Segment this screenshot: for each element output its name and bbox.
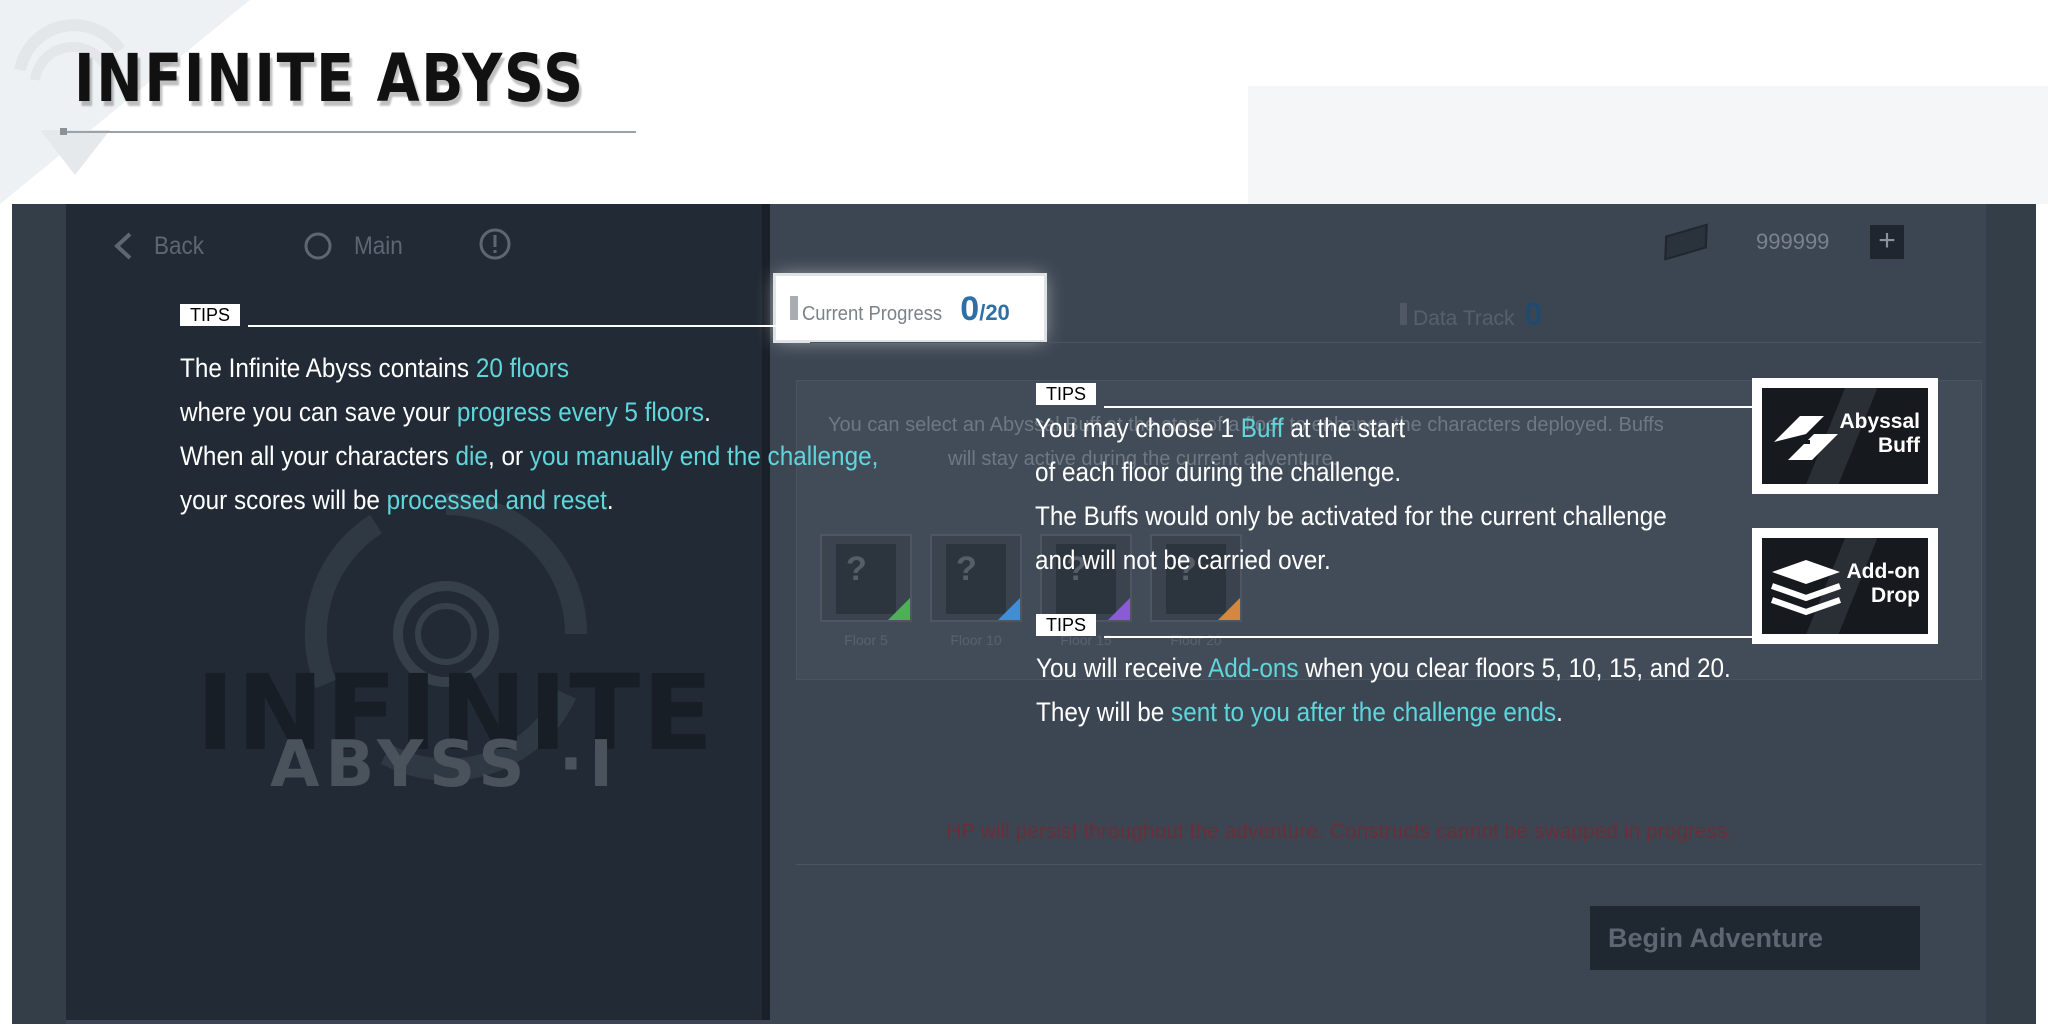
tips-tag-progress: TIPS: [180, 304, 241, 326]
reward-slot-floor-10[interactable]: ?: [930, 534, 1022, 622]
data-track-panel: Data Track 0: [1400, 296, 1542, 333]
tips-tag-buff: TIPS: [1036, 383, 1097, 405]
main-button[interactable]: Main: [302, 226, 408, 266]
begin-adventure-button[interactable]: Begin Adventure: [1590, 906, 1920, 970]
currency-chip-icon: [1664, 223, 1708, 261]
tips-leader-line-progress: [248, 325, 778, 327]
add-on-drop-badge: Add-on Drop: [1752, 528, 1938, 644]
mystery-icon: ?: [846, 550, 867, 588]
slot-accent: [888, 598, 910, 620]
stacked-layers-icon: [1771, 560, 1841, 616]
title-underline: [62, 131, 636, 133]
progress-current-value: 0: [960, 290, 980, 328]
slot-label-floor-10: Floor 10: [950, 632, 1002, 648]
header: INFINITE ABYSS: [0, 0, 2048, 204]
progress-max-value: /20: [979, 300, 1010, 325]
progress-marker: [790, 296, 798, 320]
abyssal-buff-badge: Abyssal Buff: [1752, 378, 1938, 494]
hp-warning-text: HP will persist throughout the adventure…: [946, 820, 1734, 843]
progress-label: Current Progress: [802, 303, 943, 325]
main-label: Main: [354, 231, 403, 260]
title-underline-dot: [60, 128, 67, 135]
currency-value: 999999: [1756, 229, 1830, 254]
data-track-label: Data Track: [1413, 307, 1515, 330]
tips-text-progress: The Infinite Abyss contains 20 floors wh…: [180, 353, 879, 515]
tips-text-buff: You may choose 1 Buff at the start of ea…: [1035, 413, 1667, 575]
info-button[interactable]: [478, 224, 512, 264]
tips-text-addon: You will receive Add-ons when you clear …: [1036, 653, 1731, 727]
slot-accent: [1108, 598, 1130, 620]
back-button[interactable]: Back: [112, 226, 210, 266]
slot-accent: [1218, 598, 1240, 620]
home-circle-icon: [304, 232, 332, 260]
add-currency-button[interactable]: +: [1870, 225, 1904, 259]
letterbox-right: [1986, 204, 2036, 1024]
divider-top: [810, 342, 1982, 343]
page-title: INFINITE ABYSS: [74, 40, 585, 117]
current-progress-panel: Current Progress 0 /20: [776, 276, 1044, 340]
slot-accent: [998, 598, 1020, 620]
chevron-left-icon: [114, 232, 132, 260]
data-track-value: 0: [1524, 296, 1543, 332]
tips-leader-line-addon: [1104, 636, 1754, 638]
banner-abyss-text: ABYSS ·I: [270, 728, 619, 802]
back-label: Back: [154, 231, 205, 260]
info-icon: [479, 228, 511, 260]
reward-slot-floor-5[interactable]: ?: [820, 534, 912, 622]
data-track-marker: [1400, 303, 1407, 325]
game-screen: INFINITE ABYSS ·I Back Main 999999 + Cur…: [12, 204, 2036, 1024]
divider-bottom: [796, 864, 1982, 865]
slot-label-floor-5: Floor 5: [844, 632, 888, 648]
currency-display: 999999 +: [1664, 222, 1904, 262]
header-band-decoration: [1248, 86, 2048, 204]
mystery-icon: ?: [956, 550, 977, 588]
letterbox-left: [12, 204, 66, 1024]
tips-tag-addon: TIPS: [1036, 614, 1097, 636]
abyssal-buff-icon: [1774, 416, 1838, 460]
